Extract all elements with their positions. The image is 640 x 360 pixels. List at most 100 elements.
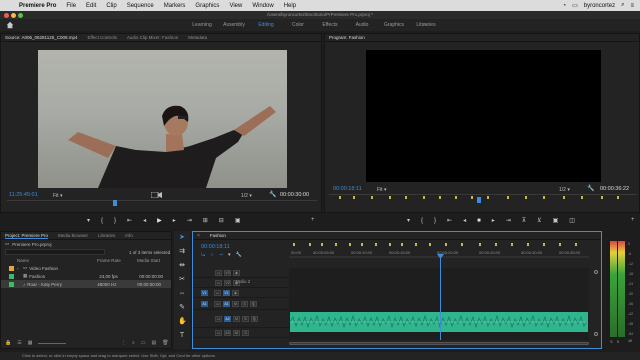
icon-view-icon[interactable]: ▦ xyxy=(28,340,33,346)
toggle-sync-lock-icon[interactable]: ▭ xyxy=(215,269,222,276)
project-item-row-selected[interactable]: ♪ Roar - Katy Perry 48000 Hz 00:00:00:00 xyxy=(1,280,171,288)
menu-sequence[interactable]: Sequence xyxy=(122,3,159,9)
program-resolution-select[interactable]: 1/2 ▾ xyxy=(559,187,570,193)
tab-media-browser[interactable]: Media Browser xyxy=(58,233,88,238)
tab-metadata[interactable]: Metadata xyxy=(188,35,207,40)
new-bin-icon[interactable]: ▭ xyxy=(141,340,146,346)
toggle-output-icon[interactable]: ◉ xyxy=(233,269,240,276)
mark-in-icon[interactable]: { xyxy=(421,218,423,224)
compare-icon[interactable]: ◫ xyxy=(569,217,575,224)
close-icon[interactable]: × xyxy=(197,233,200,239)
workspace-tab-graphics[interactable]: Graphics xyxy=(378,22,410,28)
add-marker-icon[interactable]: ▾ xyxy=(228,252,231,258)
list-icon[interactable]: ≡ xyxy=(630,3,634,9)
toggle-sync-lock-icon[interactable]: ▭ xyxy=(215,315,222,322)
track-target-a3[interactable]: A3 xyxy=(224,329,231,336)
minimize-window-button[interactable] xyxy=(11,12,16,18)
track-header-a2[interactable]: ▭ A2 M S 🎙 Audio 2 xyxy=(193,279,289,328)
program-timecode-in[interactable]: 00:00:18:11 xyxy=(333,186,362,192)
menu-edit[interactable]: Edit xyxy=(81,3,101,9)
source-settings-icon[interactable]: 🔧 xyxy=(269,191,276,198)
tab-source[interactable]: Source: A006_06281125_C009.mp4 xyxy=(5,35,77,40)
search-icon[interactable]: ⌕ xyxy=(132,340,135,346)
source-export-icon[interactable] xyxy=(150,191,167,199)
program-fit-select[interactable]: Fit ▾ xyxy=(377,187,386,193)
microphone-icon[interactable]: 🎙 xyxy=(251,315,258,322)
menubar-user[interactable]: byroncortez xyxy=(584,3,615,9)
microphone-icon[interactable]: 🎙 xyxy=(250,300,257,307)
toggle-sync-lock-icon[interactable]: ▭ xyxy=(215,329,222,336)
workspaces-more-button[interactable]: » xyxy=(423,22,426,28)
menu-help[interactable]: Help xyxy=(279,3,301,9)
project-item-row[interactable]: › ▭ Video Fashion xyxy=(1,264,171,272)
track-target-v3[interactable]: V3 xyxy=(224,269,231,276)
source-video-frame[interactable] xyxy=(38,50,287,188)
stop-icon[interactable]: ■ xyxy=(477,218,481,224)
track-header-a3[interactable]: ▭ A3 M S xyxy=(193,328,289,338)
menu-window[interactable]: Window xyxy=(247,3,278,9)
menu-file[interactable]: File xyxy=(61,3,81,9)
label-color-swatch[interactable] xyxy=(9,281,14,287)
snap-icon[interactable]: ∩ xyxy=(210,252,214,258)
mark-out-icon[interactable]: } xyxy=(434,218,436,224)
solo-right-button[interactable]: S xyxy=(617,339,620,344)
track-header-v1[interactable]: V1 ▭ V1 ◉ xyxy=(193,288,289,298)
menu-graphics[interactable]: Graphics xyxy=(190,3,224,9)
automate-icon[interactable]: ⋮ xyxy=(121,340,126,346)
insert-icon[interactable]: ⊞ xyxy=(203,217,208,224)
tab-audio-clip-mixer[interactable]: Audio Clip Mixer: Fashion xyxy=(127,35,178,40)
step-forward-icon[interactable]: ▸ xyxy=(492,217,495,224)
search-icon[interactable] xyxy=(5,249,105,255)
tab-project[interactable]: Project: Premiere Pro xyxy=(5,233,49,239)
go-to-out-icon[interactable]: ⇥ xyxy=(506,217,511,224)
solo-button[interactable]: S xyxy=(242,315,249,322)
home-icon[interactable] xyxy=(6,21,14,29)
go-to-out-icon[interactable]: ⇥ xyxy=(187,217,192,224)
track-header-a1[interactable]: A1 ▭ A1 M S 🎙 xyxy=(193,298,289,310)
track-target-a1[interactable]: A1 xyxy=(223,300,230,307)
track-header-v3[interactable]: ▭ V3 ◉ xyxy=(193,268,289,278)
source-timecode-in[interactable]: 11:25:45:01 xyxy=(9,192,38,198)
track-target-a2[interactable]: A2 xyxy=(224,315,231,322)
nest-icon[interactable]: ⤿ xyxy=(201,252,205,258)
hand-tool-icon[interactable]: ✋ xyxy=(178,318,187,326)
marker-icon[interactable]: ▾ xyxy=(87,217,90,224)
track-area[interactable] xyxy=(289,268,589,340)
program-video-frame[interactable] xyxy=(366,50,601,182)
overwrite-icon[interactable]: ⊟ xyxy=(219,217,224,224)
menu-markers[interactable]: Markers xyxy=(159,3,191,9)
go-to-in-icon[interactable]: ⇤ xyxy=(447,217,452,224)
workspace-tab-learning[interactable]: Learning xyxy=(186,22,218,28)
workspace-tab-effects[interactable]: Effects xyxy=(314,22,346,28)
toggle-output-icon[interactable]: ◉ xyxy=(232,289,239,296)
camera-icon[interactable]: ▣ xyxy=(553,217,559,224)
solo-left-button[interactable]: S xyxy=(610,339,613,344)
workspace-tab-libraries[interactable]: Libraries xyxy=(410,22,442,28)
selection-tool-icon[interactable]: ➤ xyxy=(178,234,186,242)
slip-tool-icon[interactable]: ⇔ xyxy=(178,290,186,298)
source-add-button[interactable]: + xyxy=(311,217,315,223)
track-target-v1[interactable]: V1 xyxy=(223,289,230,296)
tab-effect-controls[interactable]: Effect Controls xyxy=(87,35,116,40)
source-playhead[interactable] xyxy=(113,200,117,206)
tab-libraries[interactable]: Libraries xyxy=(98,233,115,238)
source-patch-a1[interactable]: A1 xyxy=(201,300,208,307)
camera-icon[interactable]: ▣ xyxy=(235,217,241,224)
play-icon[interactable]: ▶ xyxy=(157,217,162,224)
go-to-in-icon[interactable]: ⇤ xyxy=(127,217,132,224)
mute-button[interactable]: M xyxy=(233,329,240,336)
linked-selection-icon[interactable]: ⊸ xyxy=(219,252,223,258)
timeline-horizontal-scrollbar[interactable] xyxy=(289,342,589,347)
battery-icon[interactable]: ▭ xyxy=(572,2,578,9)
label-color-swatch[interactable] xyxy=(9,265,14,271)
step-forward-icon[interactable]: ▸ xyxy=(173,217,176,224)
solo-button[interactable]: S xyxy=(242,329,249,336)
track-target-v2[interactable]: V2 xyxy=(224,279,231,286)
program-playhead[interactable] xyxy=(477,197,481,203)
toggle-sync-lock-icon[interactable]: ▭ xyxy=(214,300,221,307)
lift-icon[interactable]: ⊼ xyxy=(522,217,526,224)
step-back-icon[interactable]: ◂ xyxy=(143,217,146,224)
audio-clip[interactable] xyxy=(289,268,589,340)
trash-icon[interactable]: 🗑 xyxy=(162,340,168,346)
tab-info[interactable]: Info xyxy=(125,233,133,238)
